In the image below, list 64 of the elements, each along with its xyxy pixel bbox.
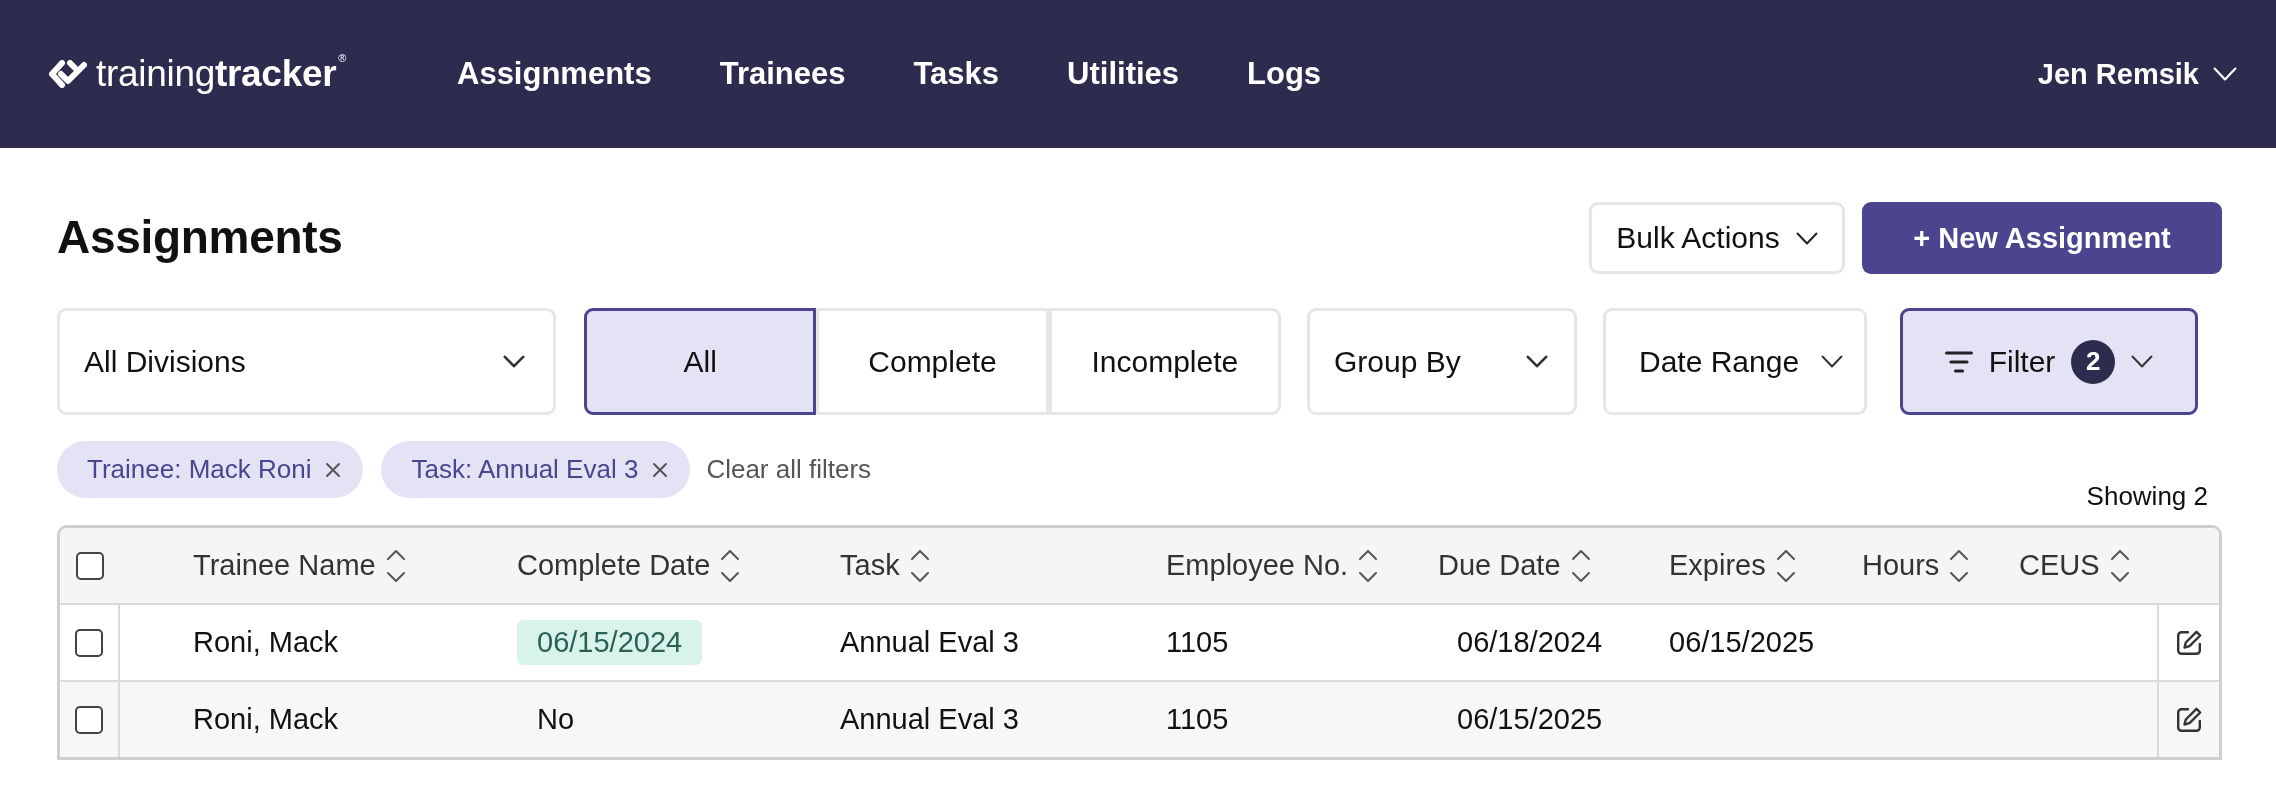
nav-link[interactable]: Tasks xyxy=(913,55,1000,93)
chevron-down-icon xyxy=(1821,355,1844,368)
table-cell: Roni, Mack xyxy=(193,703,339,736)
sort-icon xyxy=(1570,547,1591,584)
sort-icon xyxy=(1775,547,1796,584)
column-header[interactable]: Hours xyxy=(1862,547,1970,584)
column-header[interactable]: Due Date xyxy=(1438,547,1591,584)
division-select[interactable]: All Divisions xyxy=(57,308,556,415)
filter-icon xyxy=(1944,350,1973,373)
table-cell-text: No xyxy=(536,702,576,737)
chevron-down-icon xyxy=(1526,355,1548,368)
logo-text[interactable]: trainingtracker$^{®}$ xyxy=(96,53,347,95)
sort-icon xyxy=(1358,547,1379,584)
table-cell: 06/15/2025 xyxy=(1457,703,1603,736)
chevron-down-icon xyxy=(2131,355,2154,368)
edit-icon[interactable] xyxy=(2175,628,2203,657)
status-tab[interactable]: All xyxy=(584,308,817,415)
table-cell: Annual Eval 3 xyxy=(840,703,1019,736)
checkbox[interactable] xyxy=(75,705,103,734)
sort-icon xyxy=(720,547,741,584)
checkbox[interactable] xyxy=(75,628,103,657)
chevron-down-icon xyxy=(1795,231,1818,245)
close-icon[interactable] xyxy=(325,461,342,478)
column-header[interactable]: Expires xyxy=(1669,547,1796,584)
group-by-select[interactable]: Group By xyxy=(1307,308,1577,415)
new-assignment-button[interactable]: + New Assignment xyxy=(1862,202,2222,274)
table-cell: Roni, Mack xyxy=(193,626,339,659)
chevron-down-icon xyxy=(2213,67,2237,81)
table-cell: 1105 xyxy=(1166,703,1229,736)
status-tab[interactable]: Incomplete xyxy=(1048,308,1281,415)
status-tab[interactable]: Complete xyxy=(816,308,1049,415)
column-header[interactable]: Employee No. xyxy=(1166,547,1379,584)
column-header[interactable]: CEUS xyxy=(2019,547,2130,584)
logo-icon[interactable] xyxy=(48,60,88,88)
count-badge: 2 xyxy=(2071,339,2116,384)
date-range-select[interactable]: Date Range xyxy=(1603,308,1867,415)
edit-icon[interactable] xyxy=(2175,705,2203,734)
sort-icon xyxy=(909,547,930,584)
chip-label: Trainee: Mack Roni xyxy=(87,454,312,485)
chip-label: Task: Annual Eval 3 xyxy=(411,454,639,485)
column-header[interactable]: Trainee Name xyxy=(193,547,406,584)
table-cell: 1105 xyxy=(1166,626,1229,659)
filter-button[interactable]: Filter 2 xyxy=(1900,308,2198,415)
column-header[interactable]: Task xyxy=(840,547,930,584)
checkbox[interactable] xyxy=(76,551,104,580)
table-cell: Annual Eval 3 xyxy=(840,626,1019,659)
sort-icon xyxy=(1949,547,1970,584)
date-badge: 06/15/2024 xyxy=(517,620,703,665)
nav-link[interactable]: Utilities xyxy=(1067,55,1180,93)
page-title: Assignments xyxy=(57,210,343,266)
sort-icon xyxy=(2109,547,2130,584)
nav-link[interactable]: Assignments xyxy=(457,55,652,93)
result-count: Showing 2 xyxy=(2086,481,2208,511)
clear-filters-link[interactable]: Clear all filters xyxy=(706,454,872,485)
user-menu[interactable]: Jen Remsik xyxy=(2037,56,2237,92)
column-header[interactable]: Complete Date xyxy=(517,547,741,584)
sort-icon xyxy=(385,547,406,584)
nav-link[interactable]: Trainees xyxy=(719,55,846,93)
table-cell: 06/15/2025 xyxy=(1669,626,1815,659)
chevron-down-icon xyxy=(503,355,525,368)
nav-link[interactable]: Logs xyxy=(1247,55,1322,93)
table-cell: 06/18/2024 xyxy=(1457,626,1603,659)
close-icon[interactable] xyxy=(652,461,669,478)
bulk-actions-button[interactable]: Bulk Actions xyxy=(1589,202,1845,274)
